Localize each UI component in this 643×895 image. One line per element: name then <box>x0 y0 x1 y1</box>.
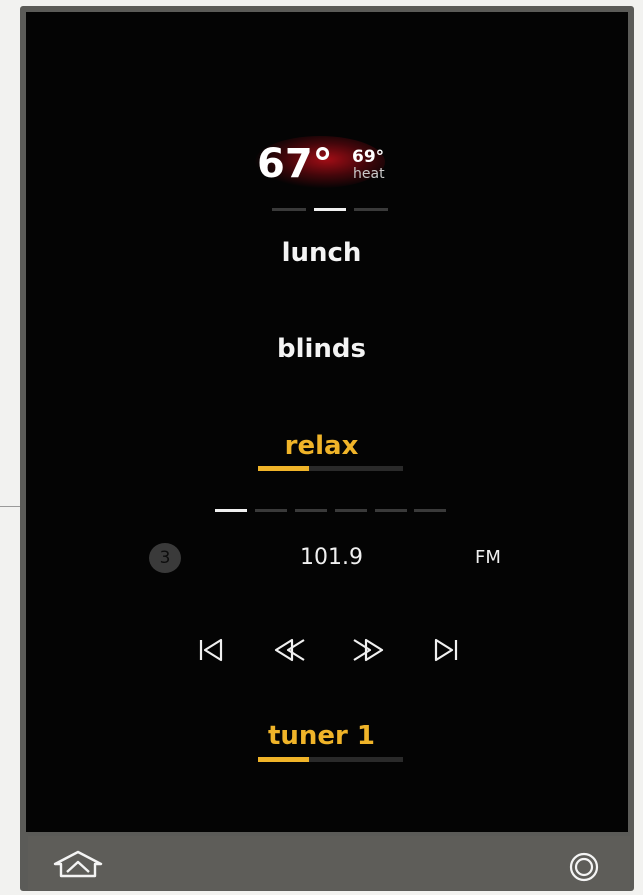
scene-lunch-button[interactable]: lunch <box>0 237 643 269</box>
circle-menu-icon[interactable] <box>568 851 600 883</box>
bottom-button-bar <box>28 836 630 890</box>
source-level-bar <box>258 757 403 762</box>
home-icon[interactable] <box>52 848 104 880</box>
tuner-page-indicator-2 <box>255 509 287 512</box>
tuner-page-indicator-4 <box>335 509 367 512</box>
tuner-page-indicator-3 <box>295 509 327 512</box>
tuner-page-indicator-6 <box>414 509 446 512</box>
page-indicator-2 <box>314 208 346 211</box>
tuner-frequency: 101.9 <box>300 545 363 570</box>
scene-blinds-button[interactable]: blinds <box>0 333 643 365</box>
touch-screen <box>26 12 628 832</box>
scene-relax-button[interactable]: relax <box>0 430 643 462</box>
source-level-fill <box>258 757 309 762</box>
tuner-page-indicator-5 <box>375 509 407 512</box>
skip-next-icon[interactable] <box>428 632 464 668</box>
preset-number-badge[interactable]: 3 <box>149 543 181 573</box>
rewind-icon[interactable] <box>272 632 308 668</box>
fast-forward-icon[interactable] <box>350 632 386 668</box>
relax-level-fill <box>258 466 309 471</box>
page-indicator-3 <box>354 208 388 211</box>
page-indicator-1 <box>272 208 306 211</box>
setpoint-temperature: 69° <box>352 147 385 167</box>
tuner-page-indicator-1 <box>215 509 247 512</box>
hvac-mode: heat <box>353 166 385 182</box>
relax-level-bar <box>258 466 403 471</box>
current-temperature[interactable]: 67° <box>257 140 333 188</box>
skip-previous-icon[interactable] <box>193 632 229 668</box>
source-tuner-button[interactable]: tuner 1 <box>0 720 643 752</box>
tuner-band[interactable]: FM <box>475 545 501 571</box>
